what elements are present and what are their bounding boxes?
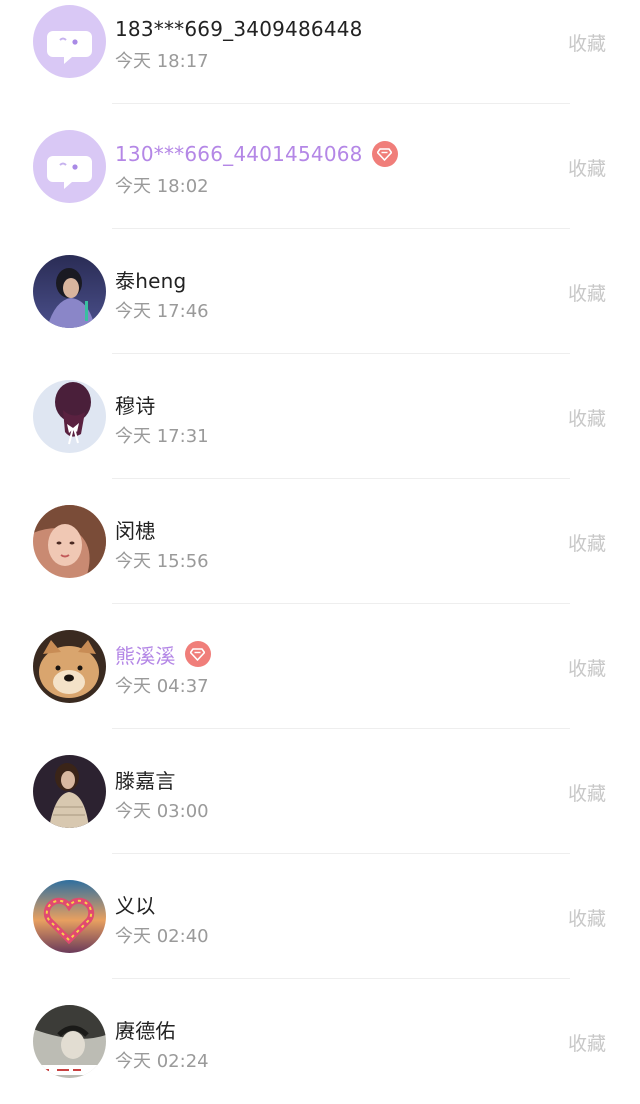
default-chat-avatar[interactable]: [33, 130, 106, 203]
vip-diamond-icon: [184, 641, 211, 667]
favorite-button[interactable]: 收藏: [568, 779, 606, 806]
photo-dog[interactable]: [33, 630, 106, 703]
user-name: 183***669_3409486448: [115, 17, 363, 41]
favorite-button[interactable]: 收藏: [568, 404, 606, 431]
favorite-button[interactable]: 收藏: [568, 29, 606, 56]
list-item[interactable]: 义以 今天 02:40 收藏: [0, 854, 640, 979]
photo-hair-bow[interactable]: [33, 380, 106, 453]
photo-face-warm[interactable]: [33, 505, 106, 578]
list-item[interactable]: 赓德佑 今天 02:24 收藏: [0, 979, 640, 1104]
visit-time: 今天 15:56: [115, 551, 209, 572]
visit-time: 今天 17:46: [115, 301, 209, 322]
user-name: 130***666_4401454068: [115, 142, 363, 166]
visit-time: 今天 02:40: [115, 926, 209, 947]
visit-time: 今天 18:17: [115, 51, 209, 72]
user-name: 赓德佑: [115, 1018, 176, 1043]
user-name: 穆诗: [115, 393, 156, 418]
list-item[interactable]: 滕嘉言 今天 03:00 收藏: [0, 729, 640, 854]
list-item[interactable]: 熊溪溪 今天 04:37 收藏: [0, 604, 640, 729]
user-name: 熊溪溪: [115, 643, 176, 668]
photo-person-purple[interactable]: [33, 255, 106, 328]
favorite-button[interactable]: 收藏: [568, 654, 606, 681]
list-item[interactable]: 泰heng 今天 17:46 收藏: [0, 229, 640, 354]
favorite-button[interactable]: 收藏: [568, 1029, 606, 1056]
visit-time: 今天 17:31: [115, 426, 209, 447]
user-name: 闵槵: [115, 518, 156, 543]
list-item[interactable]: 183***669_3409486448 今天 18:17 收藏: [0, 0, 640, 104]
visitor-list: 183***669_3409486448 今天 18:17 收藏 130***6…: [0, 0, 640, 1104]
photo-woman-dark[interactable]: [33, 755, 106, 828]
photo-monochrome[interactable]: [33, 1005, 106, 1078]
vip-diamond-icon: [371, 141, 398, 167]
photo-heart-sunset[interactable]: [33, 880, 106, 953]
user-name: 滕嘉言: [115, 768, 176, 793]
favorite-button[interactable]: 收藏: [568, 529, 606, 556]
favorite-button[interactable]: 收藏: [568, 904, 606, 931]
list-item[interactable]: 穆诗 今天 17:31 收藏: [0, 354, 640, 479]
visit-time: 今天 04:37: [115, 676, 209, 697]
list-item[interactable]: 闵槵 今天 15:56 收藏: [0, 479, 640, 604]
favorite-button[interactable]: 收藏: [568, 279, 606, 306]
visit-time: 今天 18:02: [115, 176, 209, 197]
visit-time: 今天 03:00: [115, 801, 209, 822]
list-item[interactable]: 130***666_4401454068 今天 18:02 收藏: [0, 104, 640, 229]
visit-time: 今天 02:24: [115, 1051, 209, 1072]
user-name: 义以: [115, 893, 156, 918]
default-chat-avatar[interactable]: [33, 5, 106, 78]
user-name: 泰heng: [115, 268, 187, 293]
favorite-button[interactable]: 收藏: [568, 154, 606, 181]
